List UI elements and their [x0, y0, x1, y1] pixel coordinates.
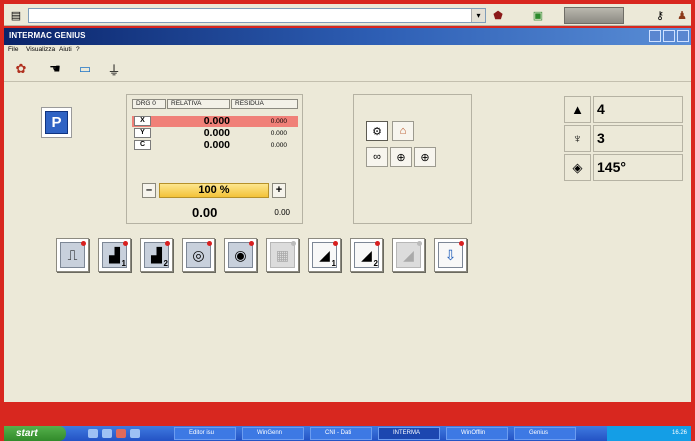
tool-number: 2	[373, 259, 378, 268]
taskbar-item[interactable]: Genius	[514, 427, 576, 440]
key-icon[interactable]: ⚷	[652, 7, 668, 23]
system-tray: 16.26	[607, 426, 691, 441]
minimize-button[interactable]	[649, 30, 661, 42]
info-value: 4	[593, 96, 683, 123]
taskbar-item[interactable]: WinOfflin	[446, 427, 508, 440]
info-value: 145°	[593, 154, 683, 181]
pump-button[interactable]: ◎	[182, 238, 215, 272]
toolbar-row: ✿ ☚ ▭ ⏚	[4, 56, 691, 82]
window-title: INTERMAC GENIUS	[9, 31, 86, 40]
axis-residual: 0.000	[270, 130, 287, 137]
close-button[interactable]	[677, 30, 689, 42]
taskbar-item[interactable]: WinGenn	[242, 427, 304, 440]
home-icon[interactable]: ⌂	[392, 121, 414, 141]
override-minus-button[interactable]: –	[142, 183, 156, 198]
funnel-icon[interactable]: ⏚	[105, 60, 123, 78]
main-panel: P DRG 0 RELATIVA RESIDUA X 0.000 0.000 Y…	[4, 82, 691, 402]
override-value-big: 0.00	[192, 205, 218, 220]
axis-header-drg: DRG 0	[132, 99, 166, 109]
axis-header-relative: RELATIVA	[167, 99, 230, 109]
axis-row-c: C 0.000 0.000	[132, 140, 298, 151]
grey-tool-button[interactable]: ▦	[266, 238, 299, 272]
axis-header-residual: RESIDUA	[231, 99, 298, 109]
axis-label[interactable]: Y	[134, 128, 151, 138]
menu-view[interactable]: Visualizza	[26, 46, 55, 53]
axis-label[interactable]: X	[134, 116, 151, 126]
axis-residual: 0.000	[270, 142, 287, 149]
quicklaunch-icon[interactable]	[116, 429, 126, 438]
clamps-button[interactable]: ⎍	[56, 238, 89, 272]
info-row-angle: ◈ 145°	[564, 154, 683, 182]
window-titlebar: INTERMAC GENIUS	[4, 28, 691, 45]
screen-icon[interactable]: ▭	[76, 60, 94, 78]
infinity-icon[interactable]: ∞	[366, 147, 388, 167]
info-panel: ▲ 4 ♆ 3 ◈ 145°	[564, 96, 683, 183]
override-control: – 100 % +	[142, 183, 290, 198]
clamps-icon: ⎍	[60, 242, 85, 268]
override-values: 0.00 0.00	[142, 205, 290, 220]
axis-row-y: Y 0.000 0.000	[132, 128, 298, 139]
override-plus-button[interactable]: +	[272, 183, 286, 198]
gear-icon[interactable]: ✿	[12, 60, 30, 78]
vacuum-2-button[interactable]: ▟ 2	[140, 238, 173, 272]
probe-icon: ⇩	[438, 242, 463, 268]
axis-label[interactable]: C	[134, 140, 151, 150]
menu-bar: File Visualizza Aiuti ?	[4, 45, 691, 56]
axis-relative: 0.000	[203, 127, 230, 139]
tools-icon[interactable]: ▤	[8, 7, 24, 23]
axis-relative: 0.000	[203, 139, 230, 151]
cutter-icon: ◢	[396, 242, 421, 268]
step-alt-icon[interactable]: ⊕	[414, 147, 436, 167]
menu-question[interactable]: ?	[76, 46, 80, 53]
maximize-button[interactable]	[663, 30, 675, 42]
probe-button[interactable]: ⇩	[434, 238, 467, 272]
tool-1-button[interactable]: ◢ 1	[308, 238, 341, 272]
park-button[interactable]: P	[41, 107, 72, 138]
tool-number: 1	[331, 259, 336, 268]
vacuum-1-button[interactable]: ▟ 1	[98, 238, 131, 272]
start-button[interactable]: start	[4, 426, 66, 441]
taskbar-item[interactable]: CNI - Dati	[310, 427, 372, 440]
quicklaunch-icon[interactable]	[102, 429, 112, 438]
pump-2-button[interactable]: ◉	[224, 238, 257, 272]
pump-icon: ◎	[186, 242, 211, 268]
menu-help[interactable]: Aiuti	[59, 46, 72, 53]
slash-icon[interactable]	[564, 7, 624, 24]
shield-icon[interactable]: ⬟	[490, 7, 506, 23]
info-row-tool: ♆ 3	[564, 125, 683, 153]
angle-icon: ◈	[564, 154, 591, 181]
axis-relative: 0.000	[203, 115, 230, 127]
axis-row-x: X 0.000 0.000	[132, 116, 298, 127]
spindle-icon: ▲	[564, 96, 591, 123]
info-value: 3	[593, 125, 683, 152]
taskbar: start Editor isu WinGenn CNI - Dati INTE…	[4, 426, 691, 441]
override-bar[interactable]: 100 %	[159, 183, 269, 198]
top-toolbar: ▤ ▾ ⬟ ▣ ⚷ ♟	[4, 4, 691, 26]
override-value-small: 0.00	[274, 208, 290, 217]
tool-holder-icon: ♆	[564, 125, 591, 152]
taskbar-item[interactable]: INTERMA	[378, 427, 440, 440]
pump-icon: ◉	[228, 242, 253, 268]
tool-2-button[interactable]: ◢ 2	[350, 238, 383, 272]
mode-panel: ⚙ ⌂ ∞ ⊕ ⊕	[353, 94, 472, 224]
park-label: P	[45, 111, 68, 134]
block-icon: ▦	[270, 242, 295, 268]
green-square-icon[interactable]: ▣	[530, 7, 546, 23]
user-icon[interactable]: ♟	[674, 7, 690, 23]
hand-icon[interactable]: ☚	[46, 60, 64, 78]
axis-residual: 0.000	[270, 118, 287, 125]
quicklaunch-icon[interactable]	[88, 429, 98, 438]
tool-number: 2	[163, 259, 168, 268]
step-icon[interactable]: ⊕	[390, 147, 412, 167]
tool-number: 1	[121, 259, 126, 268]
tool-3-button[interactable]: ◢	[392, 238, 425, 272]
menu-file[interactable]: File	[8, 46, 18, 53]
dropdown-arrow-icon[interactable]: ▾	[471, 9, 485, 22]
quicklaunch-icon[interactable]	[130, 429, 140, 438]
taskbar-item[interactable]: Editor isu	[174, 427, 236, 440]
robot-icon[interactable]: ⚙	[366, 121, 388, 141]
info-row-spindle: ▲ 4	[564, 96, 683, 124]
address-field[interactable]	[28, 8, 486, 23]
